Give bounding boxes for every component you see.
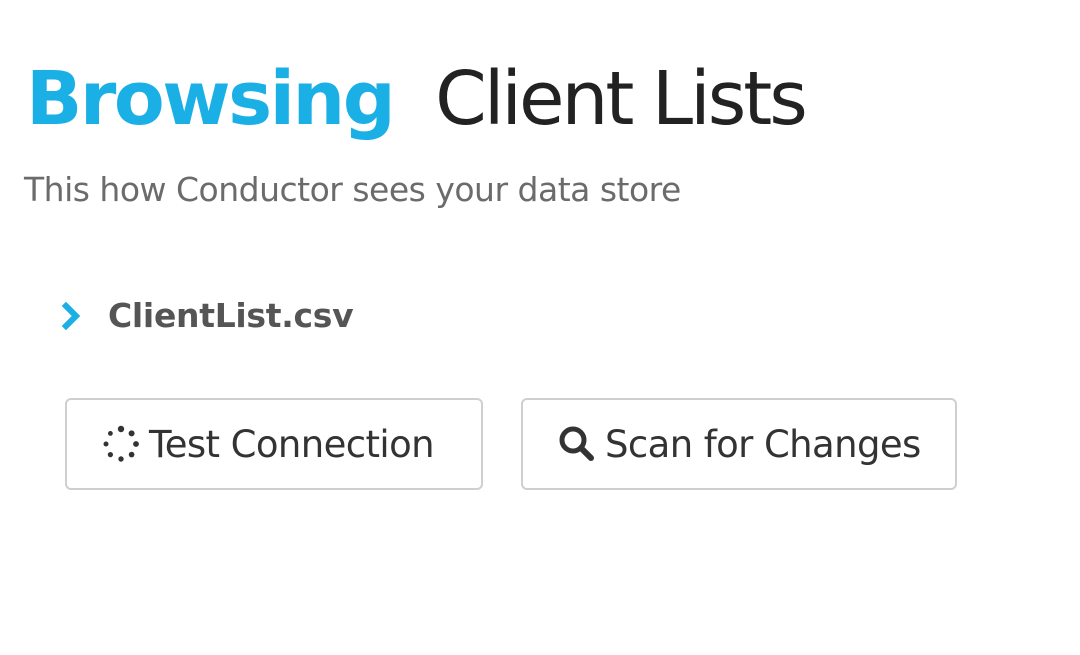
browse-page: Browsing Client Lists This how Conductor … [0, 0, 1080, 655]
page-title-main: Client Lists [435, 56, 808, 142]
scan-for-changes-label: Scan for Changes [605, 422, 921, 466]
tree-item-clientlist[interactable]: ClientList.csv [60, 296, 354, 335]
test-connection-label: Test Connection [149, 422, 435, 466]
spinner-icon [101, 424, 141, 464]
test-connection-button[interactable]: Test Connection [65, 398, 483, 490]
page-title-accent: Browsing [26, 56, 396, 142]
tree-item-label: ClientList.csv [108, 296, 354, 335]
search-icon [557, 424, 597, 464]
page-title: Browsing Client Lists [26, 62, 808, 136]
chevron-right-icon[interactable] [60, 300, 82, 332]
scan-for-changes-button[interactable]: Scan for Changes [521, 398, 957, 490]
page-subtitle: This how Conductor sees your data store [24, 170, 681, 209]
